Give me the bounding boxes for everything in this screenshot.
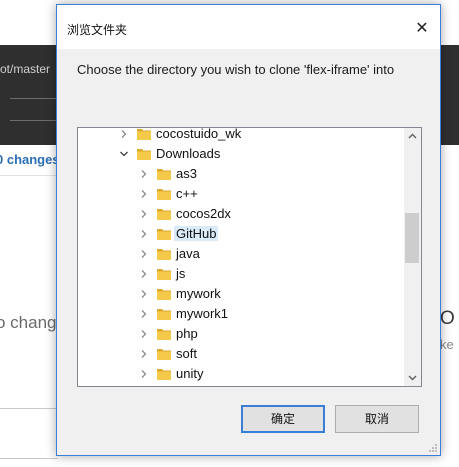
cancel-button[interactable]: 取消: [335, 405, 419, 433]
folder-icon: [157, 249, 171, 260]
chevron-right-icon[interactable]: [138, 368, 150, 380]
tree-item[interactable]: unity: [78, 364, 404, 384]
scroll-up-icon[interactable]: [404, 128, 421, 145]
ok-button[interactable]: 确定: [241, 405, 325, 433]
background-changes-link[interactable]: 0 changes: [0, 152, 60, 167]
folder-icon: [157, 329, 171, 340]
chevron-right-icon[interactable]: [138, 208, 150, 220]
chevron-right-icon[interactable]: [138, 188, 150, 200]
tree-item-label: php: [176, 326, 198, 341]
tree-item[interactable]: Downloads: [78, 144, 404, 164]
tree-item-label: mywork: [176, 286, 221, 301]
background-toolbar: [0, 45, 60, 145]
folder-icon: [157, 289, 171, 300]
resize-grip-icon[interactable]: [428, 443, 438, 453]
background-toolbar-right: [441, 45, 459, 145]
chevron-down-icon[interactable]: [118, 148, 130, 160]
scroll-down-icon[interactable]: [404, 369, 421, 386]
tree-item-label: unity: [176, 366, 204, 381]
close-button[interactable]: ✕: [404, 15, 440, 43]
chevron-right-icon[interactable]: [138, 168, 150, 180]
folder-icon: [157, 229, 171, 240]
chevron-right-icon[interactable]: [138, 248, 150, 260]
tree-scrollbar[interactable]: [404, 128, 421, 386]
folder-icon: [157, 309, 171, 320]
tree-item-label: cocostuido_wk: [156, 127, 242, 141]
chevron-right-icon[interactable]: [138, 268, 150, 280]
scroll-thumb[interactable]: [405, 213, 419, 263]
tree-item[interactable]: php: [78, 324, 404, 344]
tree-item-label: mywork1: [176, 306, 229, 321]
chevron-right-icon[interactable]: [138, 288, 150, 300]
folder-tree[interactable]: unity soft php mywork1 mywork js java GitHub coc…: [77, 127, 422, 387]
folder-icon: [157, 369, 171, 380]
background-right-text: ke: [440, 337, 454, 352]
tree-item-label: soft: [176, 346, 197, 361]
dialog-instruction: Choose the directory you wish to clone '…: [77, 62, 395, 77]
tree-item[interactable]: c++: [78, 184, 404, 204]
tree-item[interactable]: GitHub: [78, 224, 404, 244]
background-divider: [10, 98, 56, 99]
tree-item-label: GitHub: [174, 226, 219, 241]
tree-item[interactable]: mywork1: [78, 304, 404, 324]
tree-item-label: Downloads: [156, 146, 221, 161]
chevron-right-icon[interactable]: [118, 128, 130, 140]
tree-item[interactable]: java: [78, 244, 404, 264]
folder-icon: [157, 189, 171, 200]
tree-item-label: as3: [176, 166, 197, 181]
folder-icon: [157, 169, 171, 180]
dialog-titlebar[interactable]: 浏览文件夹 ✕: [57, 5, 440, 49]
chevron-right-icon[interactable]: [138, 328, 150, 340]
tree-item-label: java: [176, 246, 200, 261]
background-right-heading: O: [440, 308, 455, 329]
chevron-right-icon[interactable]: [138, 228, 150, 240]
tree-item[interactable]: js: [78, 264, 404, 284]
dialog-title: 浏览文件夹: [67, 23, 128, 37]
tree-item[interactable]: cocostuido_wk: [78, 127, 404, 144]
background-separator: [0, 175, 60, 176]
chevron-right-icon[interactable]: [138, 348, 150, 360]
folder-icon: [157, 269, 171, 280]
close-icon: ✕: [415, 20, 429, 37]
chevron-right-icon[interactable]: [138, 308, 150, 320]
tree-item-label: c++: [176, 186, 198, 201]
tree-item-label: cocos2dx: [176, 206, 231, 221]
browse-folder-dialog: 浏览文件夹 ✕ Choose the directory you wish to…: [56, 4, 441, 456]
folder-icon: [157, 349, 171, 360]
folder-icon: [137, 129, 151, 140]
tree-item[interactable]: mywork: [78, 284, 404, 304]
background-divider: [10, 120, 56, 121]
folder-icon: [137, 149, 151, 160]
tree-item[interactable]: cocos2dx: [78, 204, 404, 224]
tree-item[interactable]: soft: [78, 344, 404, 364]
tree-item-label: js: [176, 266, 186, 281]
background-branch-label[interactable]: ot/master: [0, 62, 50, 76]
tree-item[interactable]: as3: [78, 164, 404, 184]
folder-icon: [157, 209, 171, 220]
